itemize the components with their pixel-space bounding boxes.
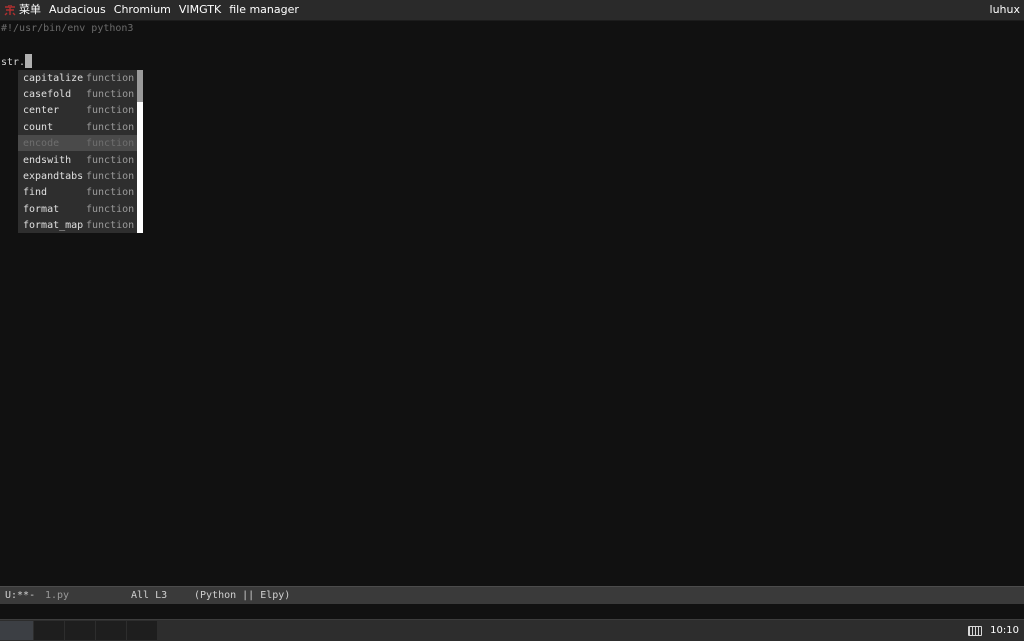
editor-line-1: #!/usr/bin/env python3 <box>1 23 134 34</box>
major-mode[interactable]: (Python || Elpy) <box>194 587 290 604</box>
distro-logo-icon[interactable] <box>3 3 17 17</box>
completion-item[interactable]: capitalize function <box>18 70 137 86</box>
workspace-2[interactable] <box>34 621 65 640</box>
completion-item[interactable]: casefold function <box>18 86 137 102</box>
menu-item-audacious[interactable]: Audacious <box>45 0 110 20</box>
menu-item-chromium[interactable]: Chromium <box>110 0 175 20</box>
minibuffer[interactable] <box>0 604 1024 619</box>
completion-name: format_map <box>23 219 84 231</box>
completion-name: center <box>23 104 60 116</box>
completion-kind: function <box>86 219 135 231</box>
keyboard-icon[interactable] <box>968 625 983 636</box>
completion-item-selected[interactable]: encode function <box>18 135 137 151</box>
menu-item-vimgtk[interactable]: VIMGTK <box>175 0 225 20</box>
user-name[interactable]: luhux <box>986 0 1024 20</box>
completion-popup: capitalize function casefold function ce… <box>18 70 143 233</box>
buffer-filename[interactable]: 1.py <box>45 587 69 604</box>
clock[interactable]: 10:10 <box>990 625 1024 636</box>
taskbar: 10:10 <box>0 619 1024 641</box>
editor-line-3: str. <box>1 54 33 71</box>
workspace-4[interactable] <box>96 621 127 640</box>
workspace-5[interactable] <box>127 621 158 640</box>
completion-kind: function <box>86 104 135 116</box>
completion-name: format <box>23 203 60 215</box>
completion-kind: function <box>86 72 135 84</box>
workspace-1[interactable] <box>0 621 34 640</box>
completion-kind: function <box>86 170 135 182</box>
completion-kind: function <box>86 154 135 166</box>
top-menubar: 菜单 Audacious Chromium VIMGTK file manage… <box>0 0 1024 21</box>
completion-kind: function <box>86 121 135 133</box>
completion-kind: function <box>86 88 135 100</box>
workspace-3[interactable] <box>65 621 96 640</box>
completion-name: encode <box>23 137 60 149</box>
completion-scrollbar-thumb[interactable] <box>137 70 143 102</box>
completion-item[interactable]: endswith function <box>18 152 137 168</box>
menu-item-menu[interactable]: 菜单 <box>17 0 45 20</box>
completion-item[interactable]: count function <box>18 119 137 135</box>
completion-item[interactable]: format_map function <box>18 217 137 233</box>
buffer-status: U:**- <box>5 590 36 601</box>
editor-buffer[interactable]: #!/usr/bin/env python3 str. capitalize f… <box>0 21 1024 586</box>
completion-item[interactable]: expandtabs function <box>18 168 137 184</box>
completion-kind: function <box>86 203 135 215</box>
editor-line-3-text: str. <box>1 57 26 68</box>
completion-name: count <box>23 121 54 133</box>
completion-name: capitalize <box>23 72 84 84</box>
completion-item[interactable]: find function <box>18 184 137 200</box>
completion-name: expandtabs <box>23 170 84 182</box>
completion-item[interactable]: format function <box>18 201 137 217</box>
completion-name: endswith <box>23 154 72 166</box>
completion-item[interactable]: center function <box>18 102 137 118</box>
completion-name: find <box>23 186 48 198</box>
buffer-position: All L3 <box>131 590 168 601</box>
mode-line: U:**- 1.py All L3 (Python || Elpy) <box>0 586 1024 604</box>
completion-kind: function <box>86 186 135 198</box>
completion-kind: function <box>86 137 135 149</box>
text-cursor <box>25 54 33 68</box>
completion-name: casefold <box>23 88 72 100</box>
menu-item-file-manager[interactable]: file manager <box>225 0 303 20</box>
completion-scrollbar[interactable] <box>137 70 143 233</box>
